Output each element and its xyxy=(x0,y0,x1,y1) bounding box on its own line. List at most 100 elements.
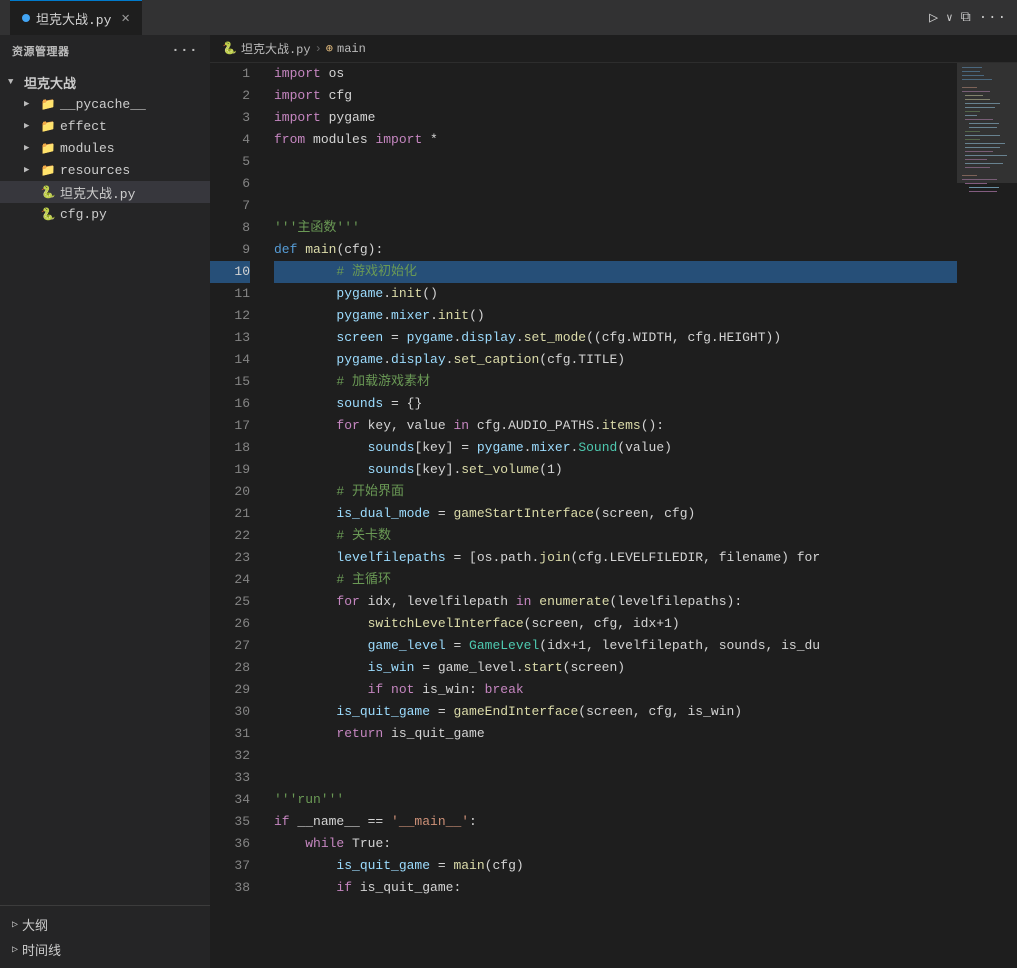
item-label: cfg.py xyxy=(60,207,107,222)
code-line-3: import pygame xyxy=(274,107,957,129)
code-line-24: # 主循环 xyxy=(274,569,957,591)
folder-icon: 📁 xyxy=(40,96,56,112)
timeline-label: 时间线 xyxy=(22,940,61,959)
close-icon[interactable]: ✕ xyxy=(121,10,129,27)
folder-arrow: ▶ xyxy=(24,143,36,153)
code-line-17: for key, value in cfg.AUDIO_PATHS.items(… xyxy=(274,415,957,437)
run-icon[interactable]: ▷ xyxy=(929,8,938,27)
titlebar: 坦克大战.py ✕ ▷ ∨ ⧉ ··· xyxy=(0,0,1017,35)
code-line-5 xyxy=(274,151,957,173)
folder-arrow: ▶ xyxy=(24,165,36,175)
folder-icon: 📁 xyxy=(40,118,56,134)
code-line-11: pygame.init() xyxy=(274,283,957,305)
toolbar-right: ▷ ∨ ⧉ ··· xyxy=(929,8,1007,27)
sidebar-root-folder[interactable]: ▼ 坦克大战 xyxy=(0,71,210,93)
item-label: resources xyxy=(60,163,130,178)
code-line-7 xyxy=(274,195,957,217)
code-line-34: '''run''' xyxy=(274,789,957,811)
sidebar-more-icon[interactable]: ··· xyxy=(171,43,198,59)
item-label: effect xyxy=(60,119,107,134)
py-icon: 🐍 xyxy=(40,206,56,222)
run-dropdown-icon[interactable]: ∨ xyxy=(946,11,953,25)
sidebar-item-effect[interactable]: ▶ 📁 effect xyxy=(0,115,210,137)
sidebar-header: 资源管理器 ··· xyxy=(0,35,210,67)
sidebar-footer-outline[interactable]: ▷ 大纲 xyxy=(12,912,198,937)
code-line-35: if __name__ == '__main__': xyxy=(274,811,957,833)
file-icon xyxy=(22,14,30,22)
outline-label: 大纲 xyxy=(22,915,48,934)
code-line-10: # 游戏初始化 xyxy=(274,261,957,283)
code-line-29: if not is_win: break xyxy=(274,679,957,701)
sidebar-tree: ▼ 坦克大战 ▶ 📁 __pycache__▶ 📁 effect▶ 📁 modu… xyxy=(0,67,210,905)
code-line-36: while True: xyxy=(274,833,957,855)
folder-arrow: ▶ xyxy=(24,99,36,109)
root-folder-label: 坦克大战 xyxy=(24,73,76,92)
code-line-14: pygame.display.set_caption(cfg.TITLE) xyxy=(274,349,957,371)
code-line-13: screen = pygame.display.set_mode((cfg.WI… xyxy=(274,327,957,349)
code-line-26: switchLevelInterface(screen, cfg, idx+1) xyxy=(274,613,957,635)
code-line-2: import cfg xyxy=(274,85,957,107)
sidebar-item-tankwar_py[interactable]: ▶ 🐍 坦克大战.py xyxy=(0,181,210,203)
py-icon: 🐍 xyxy=(40,184,56,200)
code-line-37: is_quit_game = main(cfg) xyxy=(274,855,957,877)
code-line-22: # 关卡数 xyxy=(274,525,957,547)
code-line-31: return is_quit_game xyxy=(274,723,957,745)
code-line-4: from modules import * xyxy=(274,129,957,151)
sidebar-footer-timeline[interactable]: ▷ 时间线 xyxy=(12,937,198,962)
minimap-svg xyxy=(957,63,1017,963)
code-line-16: sounds = {} xyxy=(274,393,957,415)
code-line-38: if is_quit_game: xyxy=(274,877,957,899)
sidebar-items: ▶ 📁 __pycache__▶ 📁 effect▶ 📁 modules▶ 📁 … xyxy=(0,93,210,225)
sidebar-item-modules[interactable]: ▶ 📁 modules xyxy=(0,137,210,159)
folder-icon: 📁 xyxy=(40,162,56,178)
tab-label: 坦克大战.py xyxy=(36,9,111,28)
root-arrow: ▼ xyxy=(8,77,20,87)
item-label: modules xyxy=(60,141,115,156)
item-label: 坦克大战.py xyxy=(60,183,135,202)
code-line-15: # 加载游戏素材 xyxy=(274,371,957,393)
code-line-33 xyxy=(274,767,957,789)
code-line-6 xyxy=(274,173,957,195)
timeline-collapse-icon: ▷ xyxy=(12,944,18,956)
breadcrumb: 🐍 坦克大战.py › ⊕ main xyxy=(210,35,1017,63)
split-editor-icon[interactable]: ⧉ xyxy=(961,10,971,26)
code-container: 1234567891011121314151617181920212223242… xyxy=(210,63,1017,968)
code-line-27: game_level = GameLevel(idx+1, levelfilep… xyxy=(274,635,957,657)
code-line-18: sounds[key] = pygame.mixer.Sound(value) xyxy=(274,437,957,459)
folder-arrow: ▶ xyxy=(24,121,36,131)
sidebar-title: 资源管理器 xyxy=(12,43,70,59)
sidebar-footer: ▷ 大纲 ▷ 时间线 xyxy=(0,905,210,968)
code-line-20: # 开始界面 xyxy=(274,481,957,503)
code-line-30: is_quit_game = gameEndInterface(screen, … xyxy=(274,701,957,723)
code-line-1: import os xyxy=(274,63,957,85)
breadcrumb-symbol-icon: ⊕ xyxy=(326,41,333,56)
main-layout: 资源管理器 ··· ▼ 坦克大战 ▶ 📁 __pycache__▶ 📁 effe… xyxy=(0,35,1017,968)
breadcrumb-symbol[interactable]: main xyxy=(337,42,366,56)
code-line-32 xyxy=(274,745,957,767)
sidebar-item-cfg_py[interactable]: ▶ 🐍 cfg.py xyxy=(0,203,210,225)
code-line-9: def main(cfg): xyxy=(274,239,957,261)
code-line-21: is_dual_mode = gameStartInterface(screen… xyxy=(274,503,957,525)
code-line-25: for idx, levelfilepath in enumerate(leve… xyxy=(274,591,957,613)
folder-icon: 📁 xyxy=(40,140,56,156)
breadcrumb-sep: › xyxy=(315,42,322,56)
collapse-icon: ▷ xyxy=(12,919,18,931)
line-numbers: 1234567891011121314151617181920212223242… xyxy=(210,63,258,968)
more-actions-icon[interactable]: ··· xyxy=(979,10,1007,26)
item-label: __pycache__ xyxy=(60,97,146,112)
code-line-19: sounds[key].set_volume(1) xyxy=(274,459,957,481)
minimap xyxy=(957,63,1017,968)
code-line-8: '''主函数''' xyxy=(274,217,957,239)
code-line-28: is_win = game_level.start(screen) xyxy=(274,657,957,679)
tab[interactable]: 坦克大战.py ✕ xyxy=(10,0,142,35)
code-editor[interactable]: import osimport cfgimport pygamefrom mod… xyxy=(258,63,957,968)
code-line-23: levelfilepaths = [os.path.join(cfg.LEVEL… xyxy=(274,547,957,569)
breadcrumb-file-icon: 🐍 xyxy=(222,41,237,56)
sidebar-item-resources[interactable]: ▶ 📁 resources xyxy=(0,159,210,181)
minimap-slider[interactable] xyxy=(957,63,1017,183)
sidebar-item-pycache[interactable]: ▶ 📁 __pycache__ xyxy=(0,93,210,115)
code-line-12: pygame.mixer.init() xyxy=(274,305,957,327)
sidebar: 资源管理器 ··· ▼ 坦克大战 ▶ 📁 __pycache__▶ 📁 effe… xyxy=(0,35,210,968)
editor-area: 🐍 坦克大战.py › ⊕ main 123456789101112131415… xyxy=(210,35,1017,968)
breadcrumb-file[interactable]: 坦克大战.py xyxy=(241,40,311,57)
